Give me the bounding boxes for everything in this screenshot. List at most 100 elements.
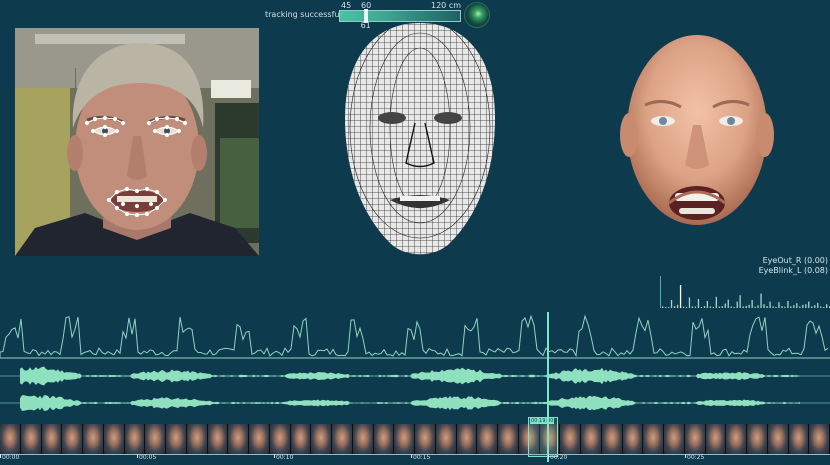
filmstrip-thumbnail[interactable] — [498, 424, 519, 454]
timeline-tick-label: 00:25 — [687, 454, 705, 461]
playhead-cursor[interactable] — [547, 312, 549, 462]
blendshape-bar — [814, 305, 816, 308]
blendshape-bar — [691, 306, 694, 308]
blendshape-bar — [730, 306, 732, 308]
blendshape-bar — [721, 306, 723, 308]
current-frame-label: 00:19:00 — [530, 418, 555, 424]
video-filmstrip[interactable] — [0, 424, 830, 454]
filmstrip-thumbnail[interactable] — [456, 424, 478, 454]
filmstrip-thumbnail[interactable] — [124, 424, 146, 454]
blendshape-bar — [799, 306, 801, 308]
blendshape-readout: EyeOut_R (0.00) EyeBlink_L (0.08) — [759, 256, 828, 276]
audio-waveform-left — [0, 366, 830, 386]
blendshape-bar — [784, 306, 786, 308]
filmstrip-thumbnail[interactable] — [435, 424, 457, 454]
filmstrip-thumbnail[interactable] — [62, 424, 83, 454]
blendshape-bar — [745, 305, 747, 308]
blendshape-bar — [673, 306, 676, 308]
blendshape-bar — [778, 302, 780, 308]
face-mesh-wireframe — [330, 18, 510, 263]
animation-curve — [0, 314, 830, 359]
filmstrip-thumbnail[interactable] — [664, 424, 685, 454]
filmstrip-thumbnail[interactable] — [166, 424, 187, 454]
filmstrip-thumbnail[interactable] — [332, 424, 353, 454]
timeline-tick-label: 00:00 — [2, 454, 20, 461]
blendshape-bar — [676, 304, 679, 308]
filmstrip-thumbnail[interactable] — [809, 424, 830, 454]
blendshape-bar — [712, 307, 714, 308]
blendshape-bar — [703, 306, 706, 308]
filmstrip-thumbnail[interactable] — [269, 424, 291, 454]
filmstrip-thumbnail[interactable] — [477, 424, 498, 454]
blendshape-bar — [766, 306, 768, 308]
blendshape-label: EyeBlink_L (0.08) — [758, 266, 828, 275]
blendshape-bar — [808, 301, 810, 308]
audio-waveform-right — [0, 395, 830, 411]
filmstrip-thumbnail[interactable] — [581, 424, 602, 454]
filmstrip-thumbnail[interactable] — [415, 424, 436, 454]
filmstrip-thumbnail[interactable] — [767, 424, 789, 454]
filmstrip-thumbnail[interactable] — [726, 424, 747, 454]
blendshape-bar — [742, 306, 744, 308]
blendshape-bar — [668, 307, 670, 308]
blendshape-bar — [769, 301, 771, 308]
timeline-ruler[interactable]: 00:00 00:05 00:10 00:15 00:20 00:25 — [0, 454, 830, 465]
filmstrip-thumbnail[interactable] — [249, 424, 270, 454]
filmstrip-thumbnail[interactable] — [788, 424, 810, 454]
blendshape-bar — [682, 306, 685, 308]
blendshape-bar — [754, 306, 756, 308]
filmstrip-thumbnail[interactable] — [311, 424, 332, 454]
blendshape-bar — [817, 302, 819, 308]
filmstrip-thumbnail[interactable] — [0, 424, 21, 454]
blendshape-bar — [826, 304, 828, 308]
blendshape-bar — [718, 306, 720, 308]
blendshape-bar — [793, 305, 795, 308]
blendshape-bar — [811, 306, 813, 308]
blendshape-bar — [700, 307, 703, 308]
distance-scale-min: 45 — [341, 1, 352, 10]
filmstrip-thumbnail[interactable] — [20, 424, 42, 454]
blendshape-bar — [736, 301, 738, 308]
blendshape-bar — [781, 306, 783, 308]
blendshape-bar — [772, 306, 774, 308]
blendshape-bar — [760, 293, 762, 308]
blendshape-bar — [727, 299, 729, 308]
blendshape-label: EyeOut_R (0.00) — [762, 256, 828, 265]
filmstrip-thumbnail[interactable] — [207, 424, 229, 454]
filmstrip-thumbnail[interactable] — [103, 424, 125, 454]
filmstrip-thumbnail[interactable] — [684, 424, 706, 454]
timeline-tick-label: 00:15 — [413, 454, 431, 461]
blendshape-bar — [724, 303, 726, 308]
filmstrip-thumbnail[interactable] — [41, 424, 63, 454]
blendshape-bar — [665, 307, 667, 308]
blendshape-bar — [739, 295, 741, 308]
filmstrip-thumbnail[interactable] — [83, 424, 104, 454]
filmstrip-thumbnail[interactable] — [747, 424, 768, 454]
filmstrip-thumbnail[interactable] — [373, 424, 395, 454]
blendshape-bar — [679, 285, 682, 308]
blendshape-bars — [660, 276, 830, 308]
filmstrip-thumbnail[interactable] — [145, 424, 166, 454]
blendshape-bar — [796, 303, 798, 308]
filmstrip-thumbnail[interactable] — [622, 424, 644, 454]
distance-scale-max: 120 cm — [431, 1, 462, 10]
filmstrip-thumbnail[interactable] — [228, 424, 249, 454]
filmstrip-thumbnail[interactable] — [186, 424, 208, 454]
filmstrip-thumbnail[interactable] — [601, 424, 623, 454]
filmstrip-thumbnail[interactable] — [290, 424, 312, 454]
blendshape-bar — [805, 304, 807, 308]
blendshape-bar — [733, 307, 735, 308]
filmstrip-thumbnail[interactable] — [352, 424, 374, 454]
current-frame-highlight[interactable]: 00:19:00 — [528, 417, 558, 457]
filmstrip-thumbnail[interactable] — [705, 424, 727, 454]
blendshape-bar — [748, 304, 750, 308]
blendshape-bar — [709, 306, 711, 308]
blendshape-bar — [787, 301, 789, 308]
filmstrip-thumbnail[interactable] — [643, 424, 664, 454]
filmstrip-thumbnail[interactable] — [560, 424, 581, 454]
blendshape-bar — [757, 305, 759, 308]
blendshape-bar — [706, 301, 708, 308]
blendshape-bar — [802, 304, 804, 308]
filmstrip-thumbnail[interactable] — [394, 424, 415, 454]
blendshape-bar — [688, 297, 691, 308]
